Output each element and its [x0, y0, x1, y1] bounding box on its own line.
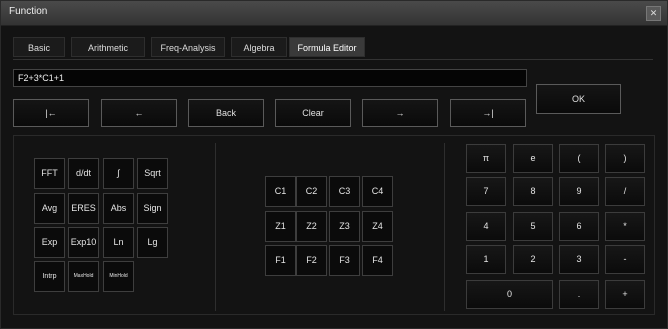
plus-key[interactable]: +: [605, 280, 645, 309]
source-c3-key[interactable]: C3: [329, 176, 360, 207]
exp10-key[interactable]: Exp10: [68, 227, 99, 258]
digit-2-key[interactable]: 2: [513, 245, 553, 274]
tab-algebra[interactable]: Algebra: [231, 37, 287, 57]
digit-9-key[interactable]: 9: [559, 177, 599, 206]
digit-0-key[interactable]: 0: [466, 280, 553, 309]
back-button[interactable]: Back: [188, 99, 264, 127]
end-button[interactable]: →|: [450, 99, 526, 127]
clear-button[interactable]: Clear: [275, 99, 351, 127]
tab-formula-editor[interactable]: Formula Editor: [289, 37, 365, 57]
close-icon: ✕: [649, 8, 658, 18]
integral-key[interactable]: ∫: [103, 158, 134, 189]
digit-6-key[interactable]: 6: [559, 212, 599, 241]
ln-key[interactable]: Ln: [103, 227, 134, 258]
cursor-left-button[interactable]: ←: [101, 99, 177, 127]
cursor-right-button[interactable]: →: [362, 99, 438, 127]
close-paren-key[interactable]: ): [605, 144, 645, 173]
avg-key[interactable]: Avg: [34, 193, 65, 224]
source-f1-key[interactable]: F1: [265, 245, 296, 276]
home-button[interactable]: |←: [13, 99, 89, 127]
ok-button[interactable]: OK: [536, 84, 621, 114]
divider: [444, 143, 445, 311]
source-z3-key[interactable]: Z3: [329, 211, 360, 242]
tab-arithmetic[interactable]: Arithmetic: [71, 37, 145, 57]
sqrt-key[interactable]: Sqrt: [137, 158, 168, 189]
lg-key[interactable]: Lg: [137, 227, 168, 258]
digit-4-key[interactable]: 4: [466, 212, 506, 241]
decimal-point-key[interactable]: .: [559, 280, 599, 309]
dialog-title: Function: [9, 6, 48, 17]
digit-5-key[interactable]: 5: [513, 212, 553, 241]
formula-input[interactable]: F2+3*C1+1: [13, 69, 527, 87]
digit-1-key[interactable]: 1: [466, 245, 506, 274]
source-c1-key[interactable]: C1: [265, 176, 296, 207]
minhold-key[interactable]: MinHold: [103, 261, 134, 292]
maxhold-key[interactable]: MaxHold: [68, 261, 99, 292]
eres-key[interactable]: ERES: [68, 193, 99, 224]
close-button[interactable]: ✕: [646, 6, 661, 21]
tab-freq-analysis[interactable]: Freq-Analysis: [151, 37, 225, 57]
function-dialog: Function ✕ Basic Arithmetic Freq-Analysi…: [0, 0, 668, 329]
e-key[interactable]: e: [513, 144, 553, 173]
title-bar: Function ✕: [1, 1, 667, 26]
source-f2-key[interactable]: F2: [296, 245, 327, 276]
exp-key[interactable]: Exp: [34, 227, 65, 258]
tab-basic[interactable]: Basic: [13, 37, 65, 57]
source-f3-key[interactable]: F3: [329, 245, 360, 276]
divide-key[interactable]: /: [605, 177, 645, 206]
source-z1-key[interactable]: Z1: [265, 211, 296, 242]
divider: [215, 143, 216, 311]
abs-key[interactable]: Abs: [103, 193, 134, 224]
pi-key[interactable]: π: [466, 144, 506, 173]
open-paren-key[interactable]: (: [559, 144, 599, 173]
derivative-key[interactable]: d/dt: [68, 158, 99, 189]
source-z2-key[interactable]: Z2: [296, 211, 327, 242]
intrp-key[interactable]: Intrp: [34, 261, 65, 292]
multiply-key[interactable]: *: [605, 212, 645, 241]
source-c4-key[interactable]: C4: [362, 176, 393, 207]
fft-key[interactable]: FFT: [34, 158, 65, 189]
digit-8-key[interactable]: 8: [513, 177, 553, 206]
digit-3-key[interactable]: 3: [559, 245, 599, 274]
source-c2-key[interactable]: C2: [296, 176, 327, 207]
sign-key[interactable]: Sign: [137, 193, 168, 224]
digit-7-key[interactable]: 7: [466, 177, 506, 206]
minus-key[interactable]: -: [605, 245, 645, 274]
tab-bar: Basic Arithmetic Freq-Analysis Algebra F…: [13, 37, 653, 60]
source-f4-key[interactable]: F4: [362, 245, 393, 276]
source-z4-key[interactable]: Z4: [362, 211, 393, 242]
